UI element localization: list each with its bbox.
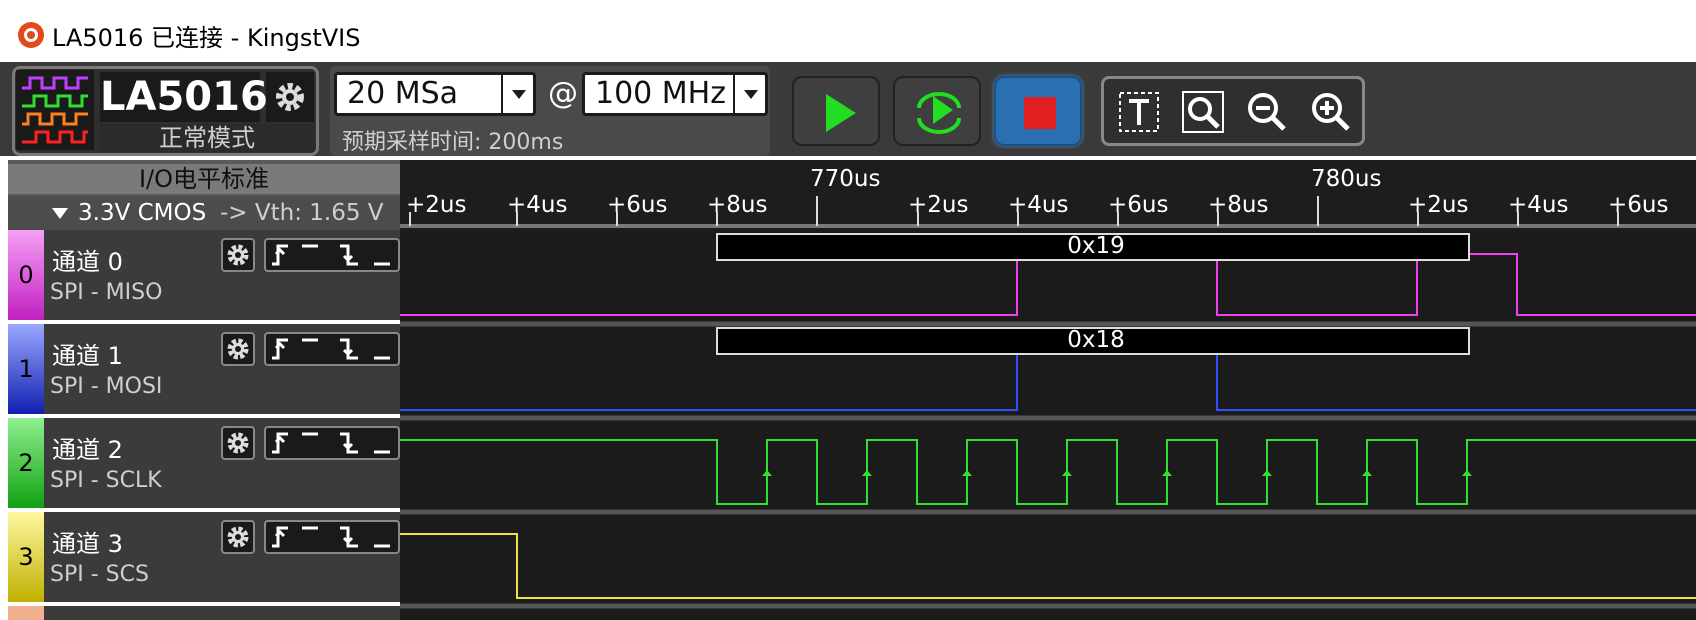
trigger-edge-icon bbox=[272, 526, 390, 548]
gear-icon bbox=[227, 338, 249, 360]
waveform-ch1 bbox=[400, 347, 1696, 411]
trigger-edge-icon bbox=[272, 432, 390, 454]
trigger-buttons[interactable] bbox=[264, 332, 400, 366]
waveform-ch0 bbox=[400, 253, 1696, 316]
timeline-tick-label: +6us bbox=[607, 192, 668, 218]
channel-protocol: SPI - SCS bbox=[50, 562, 149, 587]
loop-capture-button[interactable] bbox=[893, 76, 981, 146]
channel-index: 3 bbox=[8, 512, 44, 602]
channel-name: 通道 0 bbox=[52, 248, 123, 276]
trigger-edge-icon bbox=[272, 244, 390, 266]
timeline-tick-label: +6us bbox=[1608, 192, 1669, 218]
timeline-tick-label: +2us bbox=[406, 192, 467, 218]
gear-icon bbox=[227, 244, 249, 266]
decode-value-ch0: 0x19 bbox=[1067, 233, 1125, 259]
timeline-tick-label: +2us bbox=[908, 192, 969, 218]
waveform-area[interactable] bbox=[400, 230, 1696, 620]
gear-icon bbox=[227, 526, 249, 548]
timeline-major-label: 780us bbox=[1311, 166, 1382, 192]
sample-depth-value: 20 MSa bbox=[347, 76, 459, 111]
at-label: @ bbox=[548, 76, 578, 111]
channel-protocol: SPI - MOSI bbox=[50, 374, 163, 399]
zoom-in-button[interactable] bbox=[1308, 89, 1354, 135]
channel-row-4[interactable] bbox=[8, 606, 400, 620]
channel-index: 2 bbox=[8, 418, 44, 508]
sample-rate-value: 100 MHz bbox=[595, 76, 726, 111]
zoom-out-icon bbox=[1248, 93, 1286, 131]
text-select-icon bbox=[1119, 92, 1159, 132]
waveform-ch2 bbox=[400, 439, 1696, 505]
triangle-down-icon bbox=[52, 208, 68, 219]
timeline-tick-label: +4us bbox=[1508, 192, 1569, 218]
device-settings-button[interactable] bbox=[266, 72, 314, 122]
window-title: LA5016 已连接 - KingstVIS bbox=[52, 24, 361, 52]
channel-index: 1 bbox=[8, 324, 44, 414]
zoom-toolbar bbox=[1101, 76, 1365, 146]
zoom-out-button[interactable] bbox=[1244, 89, 1290, 135]
channel-settings-button[interactable] bbox=[221, 238, 255, 272]
zoom-search-button[interactable] bbox=[1180, 89, 1226, 135]
io-standard-value: 3.3V CMOS bbox=[78, 200, 207, 226]
trigger-buttons[interactable] bbox=[264, 520, 400, 554]
start-button[interactable] bbox=[792, 76, 880, 146]
chevron-down-icon bbox=[733, 75, 765, 113]
text-select-button[interactable] bbox=[1116, 89, 1162, 135]
trigger-buttons[interactable] bbox=[264, 238, 400, 272]
timeline-tick-label: +4us bbox=[507, 192, 568, 218]
timeline-tick-label: +6us bbox=[1108, 192, 1169, 218]
device-waveform-icon[interactable] bbox=[16, 70, 94, 150]
zoom-search-icon bbox=[1182, 91, 1224, 133]
timeline-major-label: 770us bbox=[810, 166, 881, 192]
device-name: LA5016 bbox=[100, 72, 268, 122]
channel-index: 0 bbox=[8, 230, 44, 320]
trigger-edge-icon bbox=[272, 338, 390, 360]
io-standard-title: I/O电平标准 bbox=[8, 164, 400, 194]
channel-name: 通道 3 bbox=[52, 530, 123, 558]
io-standard-select[interactable]: 3.3V CMOS -> Vth: 1.65 V bbox=[8, 196, 400, 230]
chevron-down-icon bbox=[501, 75, 533, 113]
timeline-tick-label: +8us bbox=[1208, 192, 1269, 218]
timeline-tick-label: +4us bbox=[1008, 192, 1069, 218]
channel-name: 通道 1 bbox=[52, 342, 123, 370]
channel-row-0[interactable]: 0 通道 0 SPI - MISO bbox=[8, 230, 400, 320]
channel-settings-button[interactable] bbox=[221, 426, 255, 460]
app-logo-icon bbox=[18, 22, 44, 48]
io-threshold: -> Vth: 1.65 V bbox=[220, 200, 384, 226]
kingstvis-window: LA5016 已连接 - KingstVIS LA5016 正常模式 20 MS… bbox=[0, 0, 1696, 620]
waveform-ch3 bbox=[400, 533, 1696, 599]
channel-row-3[interactable]: 3 通道 3 SPI - SCS bbox=[8, 512, 400, 602]
expected-sample-time: 预期采样时间: 200ms bbox=[342, 130, 564, 155]
loop-capture-icon bbox=[917, 92, 961, 134]
channel-settings-button[interactable] bbox=[221, 332, 255, 366]
timeline-tick-label: +8us bbox=[707, 192, 768, 218]
play-icon bbox=[826, 94, 856, 132]
trigger-buttons[interactable] bbox=[264, 426, 400, 460]
zoom-in-icon bbox=[1312, 93, 1350, 131]
stop-button[interactable] bbox=[994, 76, 1082, 146]
channel-settings-button[interactable] bbox=[221, 520, 255, 554]
title-bar: LA5016 已连接 - KingstVIS bbox=[0, 0, 1696, 62]
channel-index-strip bbox=[8, 606, 44, 620]
sample-rate-select[interactable]: 100 MHz bbox=[582, 72, 768, 116]
channel-name: 通道 2 bbox=[52, 436, 123, 464]
channel-row-1[interactable]: 1 通道 1 SPI - MOSI bbox=[8, 324, 400, 414]
channel-row-2[interactable]: 2 通道 2 SPI - SCLK bbox=[8, 418, 400, 508]
sample-depth-select[interactable]: 20 MSa bbox=[334, 72, 536, 116]
timeline-tick-label: +2us bbox=[1408, 192, 1469, 218]
decode-value-ch1: 0x18 bbox=[1067, 327, 1125, 353]
gear-icon bbox=[276, 83, 304, 111]
device-mode: 正常模式 bbox=[100, 124, 314, 152]
gear-icon bbox=[227, 432, 249, 454]
stop-icon bbox=[1024, 97, 1056, 129]
channel-protocol: SPI - MISO bbox=[50, 280, 163, 305]
channel-protocol: SPI - SCLK bbox=[50, 468, 162, 493]
